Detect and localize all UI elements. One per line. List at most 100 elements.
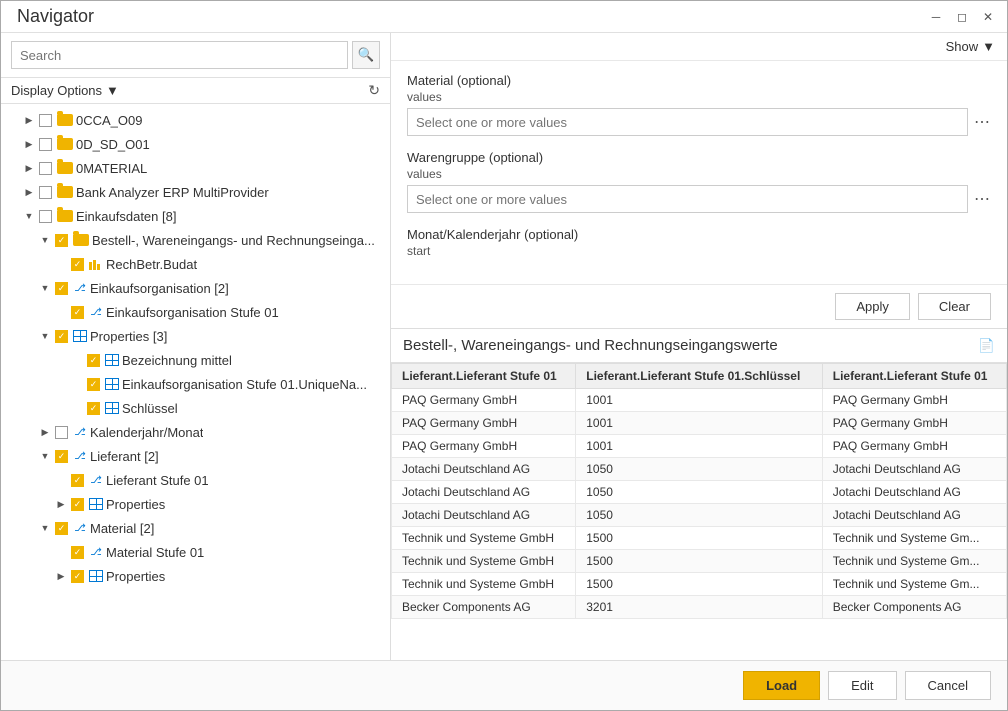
tree-item-einkaufsorg_stufe[interactable]: ▶✓⎇Einkaufsorganisation Stufe 01	[1, 300, 390, 324]
table-cell-8-1: 1500	[576, 573, 822, 596]
filter-monat-sublabel: start	[407, 244, 991, 258]
tree-item-material_stufe[interactable]: ▶✓⎇Material Stufe 01	[1, 540, 390, 564]
tree-item-0cca[interactable]: ▶0CCA_O09	[1, 108, 390, 132]
close-button[interactable]: ✕	[977, 6, 999, 28]
table-row[interactable]: Technik und Systeme GmbH1500Technik und …	[392, 527, 1007, 550]
table-cell-2-0: PAQ Germany GmbH	[392, 435, 576, 458]
filter-warengruppe-more-button[interactable]: ⋯	[974, 189, 991, 209]
tree-item-einkauf[interactable]: ▼Einkaufsdaten [8]	[1, 204, 390, 228]
tree-expander-icon[interactable]: ▼	[37, 448, 53, 464]
tree-expander-icon[interactable]: ▶	[37, 424, 53, 440]
tree-item-label: Lieferant [2]	[90, 449, 159, 464]
tree-expander-icon[interactable]: ▶	[21, 136, 37, 152]
apply-button[interactable]: Apply	[835, 293, 910, 320]
tree-expander-icon[interactable]: ▼	[37, 232, 53, 248]
tree-item-prop_lieferant[interactable]: ▶✓Properties	[1, 492, 390, 516]
tree-expander-icon[interactable]: ▼	[37, 328, 53, 344]
filter-warengruppe-input[interactable]	[407, 185, 968, 213]
tree-checkbox[interactable]: ✓	[55, 450, 68, 463]
tree-checkbox[interactable]	[39, 210, 52, 223]
tree-checkbox[interactable]	[39, 186, 52, 199]
filter-warengruppe-sublabel: values	[407, 167, 991, 181]
load-button[interactable]: Load	[743, 671, 820, 700]
tree-checkbox[interactable]: ✓	[87, 402, 100, 415]
table-cell-9-1: 3201	[576, 596, 822, 619]
data-table-container[interactable]: Lieferant.Lieferant Stufe 01Lieferant.Li…	[391, 363, 1007, 660]
tree-expander-icon[interactable]: ▶	[21, 112, 37, 128]
tree-item-0material[interactable]: ▶0MATERIAL	[1, 156, 390, 180]
tree-item-bestell[interactable]: ▼✓Bestell-, Wareneingangs- und Rechnungs…	[1, 228, 390, 252]
tree-checkbox[interactable]: ✓	[71, 570, 84, 583]
filter-material-input[interactable]	[407, 108, 968, 136]
tree-item-label: 0D_SD_O01	[76, 137, 150, 152]
display-options-button[interactable]: Display Options ▼	[11, 83, 119, 98]
tree-item-schluessel[interactable]: ▶✓Schlüssel	[1, 396, 390, 420]
table-icon	[105, 402, 119, 414]
tree-checkbox[interactable]	[55, 426, 68, 439]
tree-checkbox[interactable]: ✓	[55, 522, 68, 535]
tree-checkbox[interactable]: ✓	[71, 546, 84, 559]
table-cell-0-0: PAQ Germany GmbH	[392, 389, 576, 412]
tree-checkbox[interactable]	[39, 162, 52, 175]
tree-expander-icon[interactable]: ▶	[21, 184, 37, 200]
tree-item-einkaufsorg[interactable]: ▼✓⎇Einkaufsorganisation [2]	[1, 276, 390, 300]
hierarchy-icon: ⎇	[89, 546, 103, 558]
titlebar: Navigator ─ ◻ ✕	[1, 1, 1007, 33]
window-controls: ─ ◻ ✕	[925, 6, 999, 28]
tree-container[interactable]: ▶0CCA_O09▶0D_SD_O01▶0MATERIAL▶Bank Analy…	[1, 104, 390, 660]
table-row[interactable]: Jotachi Deutschland AG1050Jotachi Deutsc…	[392, 504, 1007, 527]
table-row[interactable]: Technik und Systeme GmbH1500Technik und …	[392, 573, 1007, 596]
table-row[interactable]: PAQ Germany GmbH1001PAQ Germany GmbH	[392, 389, 1007, 412]
tree-item-bezeichnung[interactable]: ▶✓Bezeichnung mittel	[1, 348, 390, 372]
table-row[interactable]: Jotachi Deutschland AG1050Jotachi Deutsc…	[392, 458, 1007, 481]
tree-expander-icon[interactable]: ▶	[53, 496, 69, 512]
tree-item-prop_material[interactable]: ▶✓Properties	[1, 564, 390, 588]
tree-expander-icon[interactable]: ▼	[21, 208, 37, 224]
tree-item-bank[interactable]: ▶Bank Analyzer ERP MultiProvider	[1, 180, 390, 204]
search-input[interactable]	[11, 41, 348, 69]
cancel-button[interactable]: Cancel	[905, 671, 991, 700]
minimize-button[interactable]: ─	[925, 6, 947, 28]
tree-checkbox[interactable]: ✓	[71, 498, 84, 511]
tree-item-kalender[interactable]: ▶⎇Kalenderjahr/Monat	[1, 420, 390, 444]
clear-button[interactable]: Clear	[918, 293, 991, 320]
edit-button[interactable]: Edit	[828, 671, 896, 700]
tree-item-einkaufsorg_unique[interactable]: ▶✓Einkaufsorganisation Stufe 01.UniqueNa…	[1, 372, 390, 396]
hierarchy-icon: ⎇	[89, 474, 103, 486]
table-row[interactable]: PAQ Germany GmbH1001PAQ Germany GmbH	[392, 412, 1007, 435]
tree-checkbox[interactable]: ✓	[55, 282, 68, 295]
tree-checkbox[interactable]: ✓	[87, 354, 100, 367]
tree-checkbox[interactable]: ✓	[71, 306, 84, 319]
refresh-button[interactable]: ↻	[368, 82, 380, 99]
tree-item-rechbetr[interactable]: ▶✓RechBetr.Budat	[1, 252, 390, 276]
tree-item-properties3[interactable]: ▼✓Properties [3]	[1, 324, 390, 348]
tree-checkbox[interactable]: ✓	[71, 474, 84, 487]
tree-expander-icon[interactable]: ▼	[37, 280, 53, 296]
preview-title: Bestell-, Wareneingangs- und Rechnungsei…	[403, 337, 778, 354]
tree-expander-icon[interactable]: ▶	[53, 568, 69, 584]
search-button[interactable]: 🔍	[352, 41, 380, 69]
tree-item-material2[interactable]: ▼✓⎇Material [2]	[1, 516, 390, 540]
maximize-button[interactable]: ◻	[951, 6, 973, 28]
tree-item-lieferant[interactable]: ▼✓⎇Lieferant [2]	[1, 444, 390, 468]
tree-checkbox[interactable]: ✓	[87, 378, 100, 391]
tree-checkbox[interactable]: ✓	[55, 234, 68, 247]
right-panel: Show ▼ Material (optional) values ⋯ Ware…	[391, 33, 1007, 660]
table-row[interactable]: Jotachi Deutschland AG1050Jotachi Deutsc…	[392, 481, 1007, 504]
show-label: Show	[946, 39, 979, 54]
show-button[interactable]: Show ▼	[946, 39, 995, 54]
table-row[interactable]: Technik und Systeme GmbH1500Technik und …	[392, 550, 1007, 573]
tree-expander-icon[interactable]: ▼	[37, 520, 53, 536]
preview-export-button[interactable]: 📄	[978, 338, 995, 354]
tree-checkbox[interactable]: ✓	[71, 258, 84, 271]
tree-checkbox[interactable]: ✓	[55, 330, 68, 343]
table-row[interactable]: PAQ Germany GmbH1001PAQ Germany GmbH	[392, 435, 1007, 458]
filter-material-more-button[interactable]: ⋯	[974, 112, 991, 132]
tree-expander-icon[interactable]: ▶	[21, 160, 37, 176]
table-header-col-0: Lieferant.Lieferant Stufe 01	[392, 364, 576, 389]
tree-checkbox[interactable]	[39, 114, 52, 127]
tree-checkbox[interactable]	[39, 138, 52, 151]
table-row[interactable]: Becker Components AG3201Becker Component…	[392, 596, 1007, 619]
tree-item-lieferant_stufe[interactable]: ▶✓⎇Lieferant Stufe 01	[1, 468, 390, 492]
tree-item-0sd[interactable]: ▶ 0D_SD_O01	[1, 132, 390, 156]
